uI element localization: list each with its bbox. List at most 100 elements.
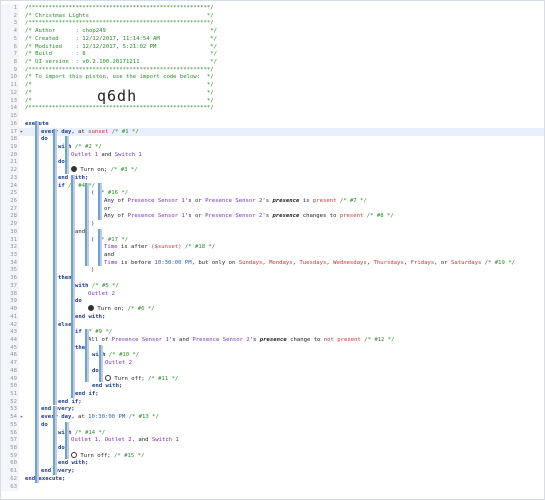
value[interactable]: sunset <box>88 129 108 135</box>
device[interactable]: Switch 1 <box>115 152 142 158</box>
text: change to <box>286 336 324 343</box>
value[interactable]: Tuesdays <box>299 260 326 266</box>
block-nesting-bar <box>73 321 75 390</box>
device[interactable]: Presence Sensor 1 <box>128 213 185 219</box>
comment: /* #2 */ <box>71 143 102 150</box>
keyword: do <box>41 421 48 428</box>
block-nesting-bar <box>37 120 39 483</box>
comment: /***************************************… <box>25 105 214 112</box>
keyword: do <box>58 445 65 452</box>
comment: /* To import this piston, use the import… <box>25 74 214 81</box>
text: 's <box>262 198 273 204</box>
keyword: else <box>58 321 72 328</box>
comment: /* Modified : 12/12/2017, 5:21:02 PM */ <box>25 43 217 50</box>
value[interactable]: Fridays <box>411 260 435 266</box>
keyword: if <box>75 329 82 336</box>
text: , or <box>434 259 452 266</box>
device[interactable]: Presence Sensor 2 <box>205 198 262 204</box>
block-nesting-bar <box>100 228 102 267</box>
comment: /* Created : 12/12/2017, 11:14:54 AM */ <box>25 35 217 42</box>
value[interactable]: present <box>313 198 337 204</box>
text: , but only on <box>191 259 239 266</box>
keyword: end every; <box>41 468 75 475</box>
block-nesting-bar <box>67 421 69 460</box>
text: changes to <box>299 213 340 220</box>
value[interactable]: Mondays <box>269 260 293 266</box>
device[interactable]: Outlet 2 <box>88 291 115 297</box>
text: Any of <box>104 213 128 220</box>
text: and <box>104 252 115 259</box>
keyword: end every; <box>41 406 75 413</box>
value[interactable]: Sundays <box>239 260 263 266</box>
keyword: do <box>41 136 48 143</box>
attribute: presence <box>272 198 300 204</box>
block-nesting-bar <box>55 406 57 475</box>
device[interactable]: Outlet 1 <box>71 152 98 158</box>
keyword: then <box>58 275 72 282</box>
comment: /* Author : chop249 */ <box>25 28 217 35</box>
value[interactable]: present <box>340 213 364 219</box>
keyword: end execute; <box>25 475 66 482</box>
comment: /* #14 */ <box>71 429 106 436</box>
import-code[interactable]: q6dh <box>97 87 137 105</box>
value[interactable]: ($sunset) <box>151 244 181 250</box>
text: is before <box>117 259 155 266</box>
text: , at <box>71 128 89 135</box>
device[interactable]: Presence Sensor 2 <box>192 337 249 343</box>
comment: /* UI version : v0.2.100.20171211 */ <box>25 59 217 66</box>
comment: /* #6 */ <box>124 306 155 313</box>
text: Turn off; <box>111 375 145 382</box>
block-nesting-bar <box>101 344 103 383</box>
comment: /* #4 */ <box>64 182 96 189</box>
block-nesting-bar <box>73 275 75 313</box>
device[interactable]: Time <box>104 260 117 266</box>
comment: /* Build : 8 */ <box>25 51 217 58</box>
device[interactable]: Presence Sensor 1 <box>112 337 169 343</box>
block-nesting-bar <box>100 182 102 221</box>
text: All of <box>88 336 112 343</box>
number[interactable]: 10:30:00 PM <box>155 260 192 266</box>
keyword: end if; <box>75 391 99 397</box>
attribute: presence <box>259 336 287 343</box>
text: is after <box>117 244 152 251</box>
text: or <box>104 205 111 212</box>
text: and <box>75 228 86 235</box>
keyword: with <box>75 282 89 289</box>
value[interactable]: not present <box>324 337 361 343</box>
keyword: end if; <box>58 398 82 405</box>
block-nesting-bar <box>55 128 57 406</box>
device[interactable]: Outlet 1, Outlet 2, <box>71 437 138 443</box>
device[interactable]: Presence Sensor 1 <box>128 198 185 204</box>
comment: /* #5 */ <box>88 282 119 289</box>
keyword: do <box>92 367 99 374</box>
text: and <box>97 151 115 158</box>
text: is <box>299 198 313 204</box>
value[interactable]: Wednesdays <box>333 260 367 266</box>
text: 's <box>262 213 273 220</box>
block-nesting-bar <box>87 182 89 267</box>
text: , <box>366 259 374 266</box>
comment: /***************************************… <box>25 20 214 27</box>
attribute: presence <box>272 213 300 220</box>
comment: /* #8 */ <box>363 213 394 220</box>
text: Turn on; <box>94 306 125 313</box>
value[interactable]: Thursdays <box>374 260 404 266</box>
value[interactable]: Saturdays <box>451 260 481 266</box>
comment: /* #10 */ <box>105 352 140 359</box>
comment: /* #1 */ <box>108 128 139 135</box>
text: 's or <box>184 213 206 220</box>
comment: /* #13 */ <box>125 414 159 421</box>
comment: /* Christmas Lights */ <box>25 12 214 19</box>
text: 's <box>249 336 260 343</box>
comment: /***************************************… <box>25 5 214 11</box>
number[interactable]: 10:30:00 PM <box>88 414 125 420</box>
text: , at <box>71 414 89 421</box>
text: and <box>138 437 152 444</box>
device[interactable]: Switch 1 <box>152 437 179 443</box>
keyword: end with; <box>75 313 106 320</box>
device[interactable]: Time <box>104 244 117 250</box>
code-line[interactable]: 63 <box>1 482 544 491</box>
device[interactable]: Presence Sensor 2 <box>205 213 262 219</box>
line-number: 63 <box>1 482 19 491</box>
device[interactable]: Outlet 2 <box>105 360 132 366</box>
